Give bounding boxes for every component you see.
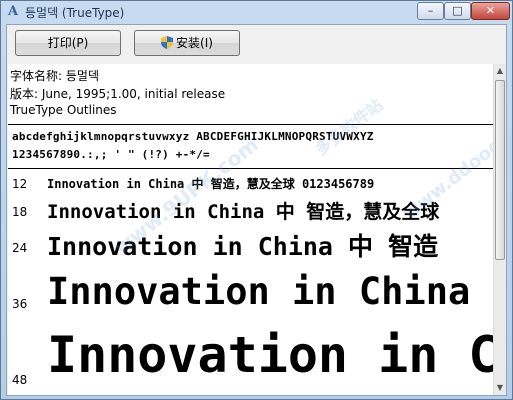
print-button[interactable]: 打印(P) bbox=[15, 30, 121, 56]
sample-text-18: Innovation in China 中 智造，慧及全球 bbox=[47, 201, 440, 223]
scroll-down-arrow-icon[interactable]: ▼ bbox=[494, 381, 506, 395]
scroll-up-arrow-icon[interactable]: ▲ bbox=[494, 64, 506, 78]
divider-bottom bbox=[8, 168, 493, 169]
font-type-line: TrueType Outlines bbox=[10, 103, 117, 117]
font-version-line: 版本: June, 1995;1.00, initial release bbox=[10, 87, 226, 101]
scrollbar-thumb[interactable] bbox=[495, 80, 505, 260]
maximize-button[interactable]: □ bbox=[444, 2, 471, 20]
title-bar[interactable]: A 등멀덱 (TrueType) – □ ✕ bbox=[1, 1, 512, 23]
print-button-label: 打印(P) bbox=[47, 36, 89, 50]
sample-text-24: Innovation in China 中 智造 bbox=[47, 232, 439, 261]
charset-letters: abcdefghijklmnopqrstuvwxyz ABCDEFGHIJKLM… bbox=[12, 130, 374, 143]
font-viewer-window: A 등멀덱 (TrueType) – □ ✕ 打印(P) 安装(I) 字体名称:… bbox=[0, 0, 513, 400]
sample-size-label: 24 bbox=[12, 241, 28, 255]
font-preview-pane: 字体名称: 등멀덱 版本: June, 1995;1.00, initial r… bbox=[8, 64, 493, 395]
divider-top bbox=[8, 124, 493, 125]
vertical-scrollbar[interactable]: ▲ ▼ bbox=[493, 64, 506, 395]
watermark-ddooo-cn: 多多软件站 bbox=[311, 95, 387, 160]
uac-shield-icon bbox=[161, 36, 174, 49]
minimize-button[interactable]: – bbox=[417, 2, 444, 20]
sample-text-12: Innovation in China 中 智造，慧及全球 0123456789 bbox=[47, 177, 375, 191]
font-app-icon: A bbox=[7, 4, 19, 19]
font-name-line: 字体名称: 등멀덱 bbox=[10, 69, 99, 83]
sample-size-label: 36 bbox=[12, 297, 28, 311]
sample-size-label: 48 bbox=[12, 373, 28, 387]
sample-size-label: 12 bbox=[12, 177, 28, 191]
charset-symbols: 1234567890.:,; ' " (!?) +-*/= bbox=[12, 148, 210, 161]
install-button-label: 安装(I) bbox=[176, 36, 213, 50]
sample-text-48: Innovation in C bbox=[47, 326, 493, 384]
window-title: 등멀덱 (TrueType) bbox=[25, 6, 125, 20]
install-button[interactable]: 安装(I) bbox=[134, 30, 240, 56]
sample-text-36: Innovation in China bbox=[47, 270, 471, 313]
sample-size-label: 18 bbox=[12, 205, 28, 219]
close-button[interactable]: ✕ bbox=[471, 2, 510, 20]
client-area: 打印(P) 安装(I) 字体名称: 등멀덱 版本: June, 1995;1.0… bbox=[6, 24, 507, 396]
